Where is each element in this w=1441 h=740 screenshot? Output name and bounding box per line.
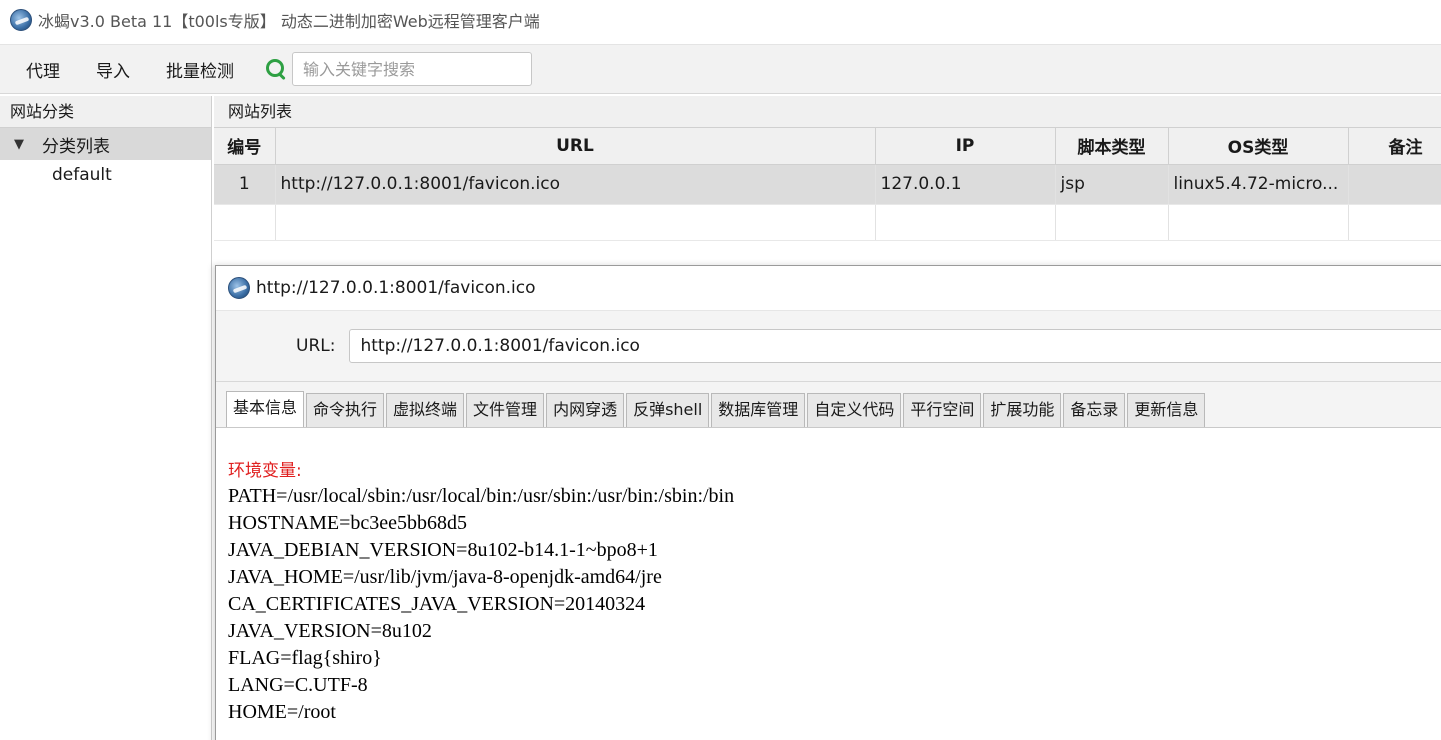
tab-database-manager[interactable]: 数据库管理 [711, 393, 806, 427]
category-panel-header: 网站分类 [0, 96, 211, 128]
site-list-header: 网站列表 [214, 96, 1441, 128]
category-panel: 网站分类 ▼ 分类列表 default [0, 96, 212, 740]
tab-reverse-shell[interactable]: 反弹shell [626, 393, 710, 427]
env-line: HOME=/root [228, 701, 336, 723]
column-header-os-type[interactable]: OS类型 [1168, 128, 1349, 165]
env-line: HOSTNAME=bc3ee5bb68d5 [228, 512, 468, 534]
table-row[interactable]: 1 http://127.0.0.1:8001/favicon.ico 127.… [214, 164, 1441, 205]
cell-note [1348, 164, 1441, 205]
env-line: JAVA_HOME=/usr/lib/jvm/java-8-openjdk-am… [228, 566, 662, 588]
tree-expand-icon[interactable]: ▼ [14, 137, 24, 152]
env-line: FLAG=flag{shiro} [228, 647, 382, 669]
tab-parallel-space[interactable]: 平行空间 [903, 393, 982, 427]
tree-item-default[interactable]: default [0, 160, 211, 190]
tab-command-exec[interactable]: 命令执行 [306, 393, 385, 427]
env-line: JAVA_DEBIAN_VERSION=8u102-b14.1-1~bpo8+1 [228, 539, 658, 561]
main-toolbar: 代理 导入 批量检测 [0, 44, 1441, 94]
cell-id: 1 [214, 164, 276, 205]
cell-ip: 127.0.0.1 [875, 164, 1056, 205]
app-titlebar: 冰蝎v3.0 Beta 11【t00ls专版】 动态二进制加密Web远程管理客户… [0, 0, 1441, 40]
cell-url: http://127.0.0.1:8001/favicon.ico [275, 164, 876, 205]
column-header-note[interactable]: 备注 [1348, 128, 1441, 165]
column-header-ip[interactable]: IP [875, 128, 1056, 165]
tree-root-category-list[interactable]: ▼ 分类列表 [0, 128, 211, 160]
tab-file-manager[interactable]: 文件管理 [466, 393, 545, 427]
url-row: URL: [216, 310, 1441, 382]
table-row-empty [214, 204, 1441, 241]
cell-script-type: jsp [1055, 164, 1169, 205]
tab-intranet-tunnel[interactable]: 内网穿透 [546, 393, 625, 427]
env-line: JAVA_VERSION=8u102 [228, 620, 432, 642]
shell-window-title: http://127.0.0.1:8001/favicon.ico [256, 278, 536, 298]
shell-window: http://127.0.0.1:8001/favicon.ico URL: 基… [215, 265, 1441, 740]
tab-virtual-terminal[interactable]: 虚拟终端 [386, 393, 465, 427]
env-heading: 环境变量: [228, 461, 302, 481]
table-header-row: 编号 URL IP 脚本类型 OS类型 备注 [214, 128, 1441, 165]
tab-memo[interactable]: 备忘录 [1063, 393, 1126, 427]
env-line: CA_CERTIFICATES_JAVA_VERSION=20140324 [228, 593, 646, 615]
url-label: URL: [296, 336, 336, 356]
tab-custom-code[interactable]: 自定义代码 [807, 393, 902, 427]
env-line: LANG=C.UTF-8 [228, 674, 368, 696]
menu-import[interactable]: 导入 [92, 55, 134, 84]
column-header-script-type[interactable]: 脚本类型 [1055, 128, 1169, 165]
menu-proxy[interactable]: 代理 [22, 55, 64, 84]
function-tabs: 基本信息 命令执行 虚拟终端 文件管理 内网穿透 反弹shell 数据库管理 自… [216, 382, 1441, 428]
shell-window-titlebar[interactable]: http://127.0.0.1:8001/favicon.ico [216, 266, 1441, 310]
tab-basic-info[interactable]: 基本信息 [226, 391, 305, 427]
tab-extensions[interactable]: 扩展功能 [983, 393, 1062, 427]
site-table: 编号 URL IP 脚本类型 OS类型 备注 1 http://127.0.0.… [214, 128, 1441, 241]
cell-os-type: linux5.4.72-micro... [1168, 164, 1349, 205]
env-line: PATH=/usr/local/sbin:/usr/local/bin:/usr… [228, 485, 735, 507]
search-icon[interactable] [264, 57, 288, 81]
column-header-id[interactable]: 编号 [214, 128, 276, 165]
app-title: 冰蝎v3.0 Beta 11【t00ls专版】 动态二进制加密Web远程管理客户… [38, 12, 540, 31]
tab-update-info[interactable]: 更新信息 [1127, 393, 1206, 427]
menu-batch-check[interactable]: 批量检测 [162, 55, 238, 84]
basic-info-content: 环境变量: PATH=/usr/local/sbin:/usr/local/bi… [216, 428, 1441, 726]
tree-root-label: 分类列表 [42, 136, 110, 157]
column-header-url[interactable]: URL [275, 128, 876, 165]
url-field[interactable] [349, 329, 1441, 363]
search-input[interactable] [292, 52, 532, 86]
ice-scorpion-icon [10, 9, 32, 31]
ice-scorpion-icon [228, 277, 250, 299]
